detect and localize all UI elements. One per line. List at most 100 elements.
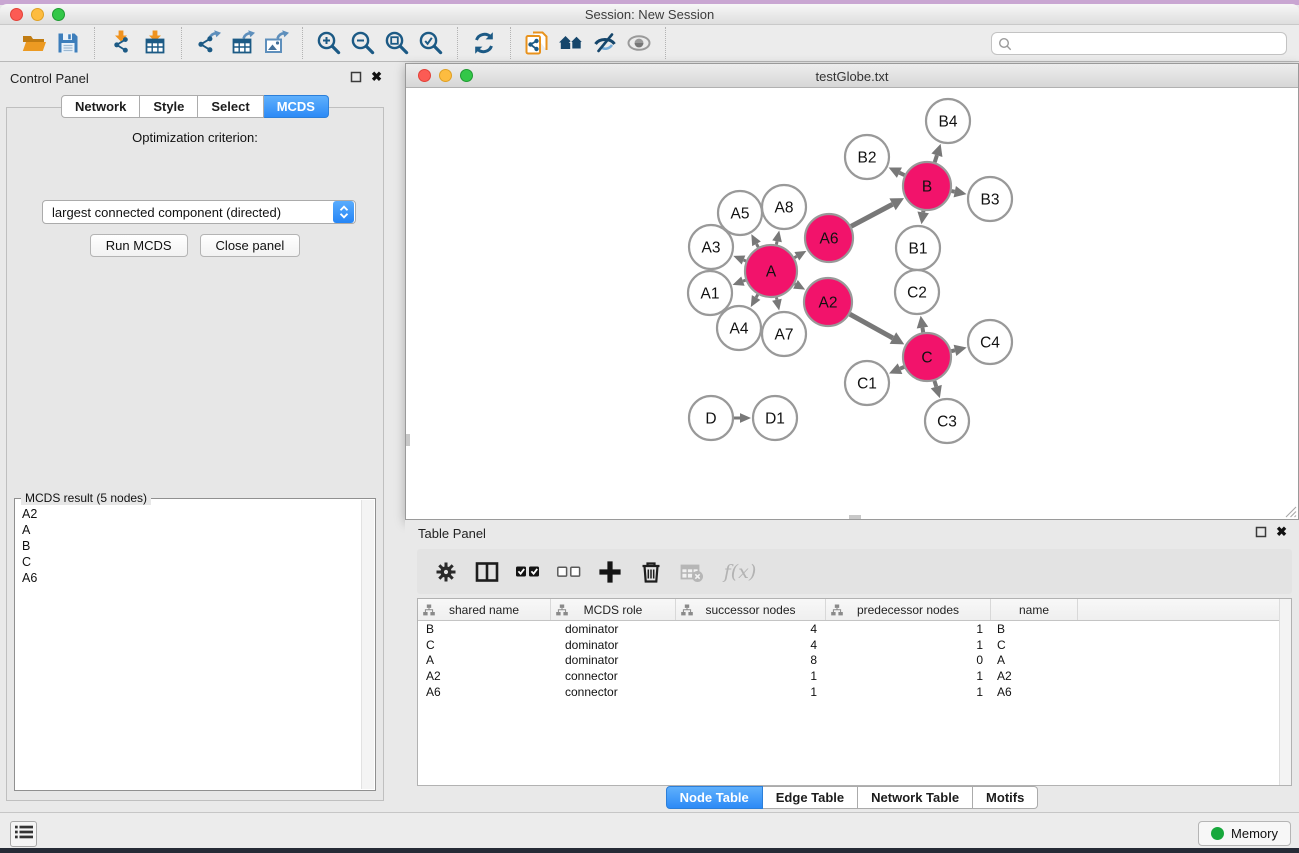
show-columns-button[interactable] — [474, 559, 500, 585]
tab-network[interactable]: Network — [61, 95, 140, 118]
tab-network-table[interactable]: Network Table — [858, 786, 973, 809]
edge-C-C2[interactable] — [922, 328, 923, 333]
table-cell[interactable]: C — [418, 638, 551, 652]
zoom-fit-button[interactable] — [380, 28, 414, 58]
table-cell[interactable]: A6 — [991, 685, 1078, 699]
task-history-button[interactable] — [10, 821, 37, 847]
edge-A-A5[interactable] — [756, 244, 758, 247]
table-row[interactable]: A6connector11A6 — [418, 684, 1291, 700]
table-cell[interactable]: 1 — [676, 669, 826, 683]
float-panel-icon[interactable] — [350, 71, 362, 83]
zoom-selected-button[interactable] — [414, 28, 448, 58]
apply-layout-button[interactable] — [467, 28, 501, 58]
edge-A-A6[interactable] — [794, 256, 796, 257]
table-cell[interactable]: A — [418, 653, 551, 667]
table-cell[interactable]: 8 — [676, 653, 826, 667]
edge-A-A8[interactable] — [776, 241, 777, 244]
mcds-result-item[interactable]: C — [22, 554, 359, 570]
edge-B-B4[interactable] — [935, 155, 937, 162]
column-header-predecessor-nodes[interactable]: predecessor nodes — [826, 599, 991, 620]
table-scrollbar[interactable] — [1279, 599, 1291, 785]
zoom-in-button[interactable] — [312, 28, 346, 58]
table-cell[interactable]: 4 — [676, 622, 826, 636]
column-header-MCDS-role[interactable]: MCDS role — [551, 599, 676, 620]
save-session-button[interactable] — [51, 28, 85, 58]
column-header-successor-nodes[interactable]: successor nodes — [676, 599, 826, 620]
criterion-dropdown[interactable]: largest connected component (directed) — [42, 200, 356, 224]
run-mcds-button[interactable]: Run MCDS — [90, 234, 188, 257]
home-views-button[interactable] — [554, 28, 588, 58]
float-table-panel-icon[interactable] — [1255, 526, 1267, 538]
toggle-graphics-details-button[interactable] — [588, 28, 622, 58]
search-input[interactable] — [991, 32, 1287, 55]
mcds-result-item[interactable]: B — [22, 538, 359, 554]
delete-table-button[interactable] — [679, 559, 705, 585]
memory-button[interactable]: Memory — [1198, 821, 1291, 846]
edge-C-C1[interactable] — [900, 367, 904, 369]
mcds-result-item[interactable]: A2 — [22, 506, 359, 522]
import-table-button[interactable] — [138, 28, 172, 58]
table-cell[interactable]: A6 — [418, 685, 551, 699]
table-cell[interactable]: A2 — [991, 669, 1078, 683]
edge-B-B3[interactable] — [951, 191, 954, 192]
export-image-button[interactable] — [259, 28, 293, 58]
export-network-button[interactable] — [191, 28, 225, 58]
canvas-horizontal-scroll-thumb[interactable] — [849, 515, 861, 519]
edge-A-A3[interactable] — [743, 260, 745, 261]
mcds-result-item[interactable]: A6 — [22, 570, 359, 586]
table-cell[interactable]: connector — [551, 685, 676, 699]
app-titlebar[interactable]: Session: New Session — [0, 4, 1299, 25]
table-cell[interactable]: 1 — [826, 669, 991, 683]
edge-C-C3[interactable] — [934, 381, 936, 387]
table-row[interactable]: Adominator80A — [418, 653, 1291, 669]
table-row[interactable]: Cdominator41C — [418, 637, 1291, 653]
column-header-shared-name[interactable]: shared name — [418, 599, 551, 620]
column-header-name[interactable]: name — [991, 599, 1078, 620]
table-cell[interactable]: B — [418, 622, 551, 636]
delete-column-button[interactable] — [638, 559, 664, 585]
resize-grip-icon[interactable] — [1284, 505, 1297, 518]
clone-network-button[interactable] — [520, 28, 554, 58]
open-file-button[interactable] — [17, 28, 51, 58]
tab-mcds[interactable]: MCDS — [264, 95, 329, 118]
edge-A2-C[interactable] — [850, 314, 893, 338]
network-canvas[interactable]: ABCA2A6A1A3A4A5A7A8B1B2B3B4C1C2C3C4DD1 — [406, 89, 1298, 519]
network-window-titlebar[interactable]: testGlobe.txt — [406, 64, 1298, 88]
mcds-result-item[interactable]: A — [22, 522, 359, 538]
edge-A-A1[interactable] — [743, 280, 746, 281]
select-all-button[interactable] — [515, 559, 541, 585]
table-cell[interactable]: 4 — [676, 638, 826, 652]
close-panel-button[interactable]: Close panel — [200, 234, 301, 257]
table-cell[interactable]: A — [991, 653, 1078, 667]
close-panel-icon[interactable]: ✖ — [371, 71, 382, 83]
tab-node-table[interactable]: Node Table — [666, 786, 763, 809]
table-cell[interactable]: 1 — [826, 685, 991, 699]
table-cell[interactable]: dominator — [551, 638, 676, 652]
add-column-button[interactable] — [597, 559, 623, 585]
zoom-out-button[interactable] — [346, 28, 380, 58]
table-cell[interactable]: B — [991, 622, 1078, 636]
canvas-vertical-scroll-thumb[interactable] — [406, 434, 410, 446]
network-graph[interactable]: ABCA2A6A1A3A4A5A7A8B1B2B3B4C1C2C3C4DD1 — [406, 89, 1298, 520]
table-row[interactable]: A2connector11A2 — [418, 668, 1291, 684]
edge-A6-B[interactable] — [851, 204, 892, 226]
import-network-button[interactable] — [104, 28, 138, 58]
deselect-all-button[interactable] — [556, 559, 582, 585]
table-cell[interactable]: A2 — [418, 669, 551, 683]
result-scrollbar[interactable] — [361, 500, 374, 789]
edge-B-B2[interactable] — [899, 173, 904, 175]
edge-A-A4[interactable] — [756, 295, 758, 298]
tab-edge-table[interactable]: Edge Table — [763, 786, 858, 809]
table-cell[interactable]: 0 — [826, 653, 991, 667]
tab-style[interactable]: Style — [140, 95, 198, 118]
table-cell[interactable]: 1 — [676, 685, 826, 699]
edge-C-C4[interactable] — [951, 350, 955, 351]
table-cell[interactable]: dominator — [551, 622, 676, 636]
table-row[interactable]: Bdominator41B — [418, 621, 1291, 637]
show-hide-panels-button[interactable] — [622, 28, 656, 58]
function-builder-button[interactable]: f(x) — [720, 559, 760, 585]
table-cell[interactable]: connector — [551, 669, 676, 683]
close-table-panel-icon[interactable]: ✖ — [1276, 526, 1287, 538]
export-table-button[interactable] — [225, 28, 259, 58]
table-settings-button[interactable] — [433, 559, 459, 585]
